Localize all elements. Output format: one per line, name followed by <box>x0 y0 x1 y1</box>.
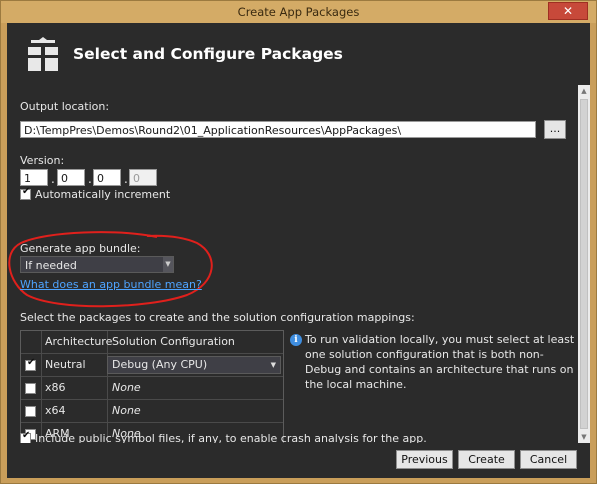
table-row: x64 None <box>21 400 283 423</box>
column-header-architecture: Architecture <box>45 335 113 348</box>
previous-button[interactable]: Previous <box>396 450 453 469</box>
page-title: Select and Configure Packages <box>73 45 343 63</box>
configuration-select[interactable]: Debug (Any CPU) ▼ <box>107 356 281 374</box>
configuration-value[interactable]: None <box>112 377 141 400</box>
architecture-cell: x86 <box>45 381 66 394</box>
packages-label: Select the packages to create and the so… <box>20 311 415 324</box>
info-icon: i <box>290 334 302 346</box>
version-build-field[interactable]: 0 <box>93 169 121 186</box>
bundle-label: Generate app bundle: <box>20 242 141 255</box>
validation-info-text: To run validation locally, you must sele… <box>305 333 575 391</box>
dialog-content: Output location: D:\TempPres\Demos\Round… <box>7 85 578 443</box>
table-row: Neutral Debug (Any CPU) ▼ <box>21 354 283 377</box>
auto-increment-label: Automatically increment <box>35 188 171 201</box>
version-minor-field[interactable]: 0 <box>57 169 85 186</box>
vertical-scrollbar[interactable]: ▲ ▼ <box>578 85 590 443</box>
version-label: Version: <box>20 154 65 167</box>
table-header: Architecture Solution Configuration <box>21 331 283 354</box>
dialog-client: Select and Configure Packages Output loc… <box>7 23 590 478</box>
title-bar[interactable]: Create App Packages ✕ <box>1 1 596 23</box>
cancel-button[interactable]: Cancel <box>520 450 577 469</box>
bundle-help-link[interactable]: What does an app bundle mean? <box>20 278 202 291</box>
column-header-configuration: Solution Configuration <box>112 335 235 348</box>
package-icon <box>28 37 58 71</box>
chevron-down-icon: ▼ <box>270 361 276 369</box>
row-checkbox[interactable] <box>25 406 36 417</box>
version-revision-field: 0 <box>129 169 157 186</box>
bundle-select[interactable]: If needed ▼ <box>20 256 174 273</box>
output-location-input[interactable]: D:\TempPres\Demos\Round2\01_ApplicationR… <box>20 121 536 138</box>
row-checkbox[interactable] <box>25 383 36 394</box>
dialog-footer: Previous Create Cancel <box>7 443 590 478</box>
window-title: Create App Packages <box>237 5 360 19</box>
bundle-selected-value: If needed <box>25 259 77 272</box>
scroll-down-icon[interactable]: ▼ <box>578 431 590 443</box>
dialog-window: Create App Packages ✕ Select and Configu… <box>0 0 597 484</box>
dialog-header: Select and Configure Packages <box>7 23 590 85</box>
output-location-label: Output location: <box>20 100 110 113</box>
row-checkbox[interactable] <box>25 357 36 371</box>
create-button[interactable]: Create <box>458 450 515 469</box>
symbols-label: Include public symbol files, if any, to … <box>35 432 427 443</box>
table-row: x86 None <box>21 377 283 400</box>
symbols-checkbox[interactable] <box>20 430 31 443</box>
packages-table: Architecture Solution Configuration Neut… <box>20 330 284 443</box>
configuration-value[interactable]: None <box>112 400 141 423</box>
close-button[interactable]: ✕ <box>548 2 588 20</box>
configuration-value: Debug (Any CPU) <box>112 358 208 371</box>
version-separator: . <box>51 172 55 186</box>
browse-button[interactable]: ... <box>544 120 566 139</box>
architecture-cell: x64 <box>45 404 66 417</box>
scroll-up-icon[interactable]: ▲ <box>578 85 590 97</box>
auto-increment-checkbox[interactable] <box>20 186 31 200</box>
scroll-thumb[interactable] <box>580 99 588 429</box>
version-major-field[interactable]: 1 <box>20 169 48 186</box>
chevron-down-icon: ▼ <box>163 257 173 272</box>
version-separator: . <box>124 172 128 186</box>
architecture-cell: Neutral <box>45 358 86 371</box>
close-icon: ✕ <box>562 4 574 18</box>
version-separator: . <box>88 172 92 186</box>
